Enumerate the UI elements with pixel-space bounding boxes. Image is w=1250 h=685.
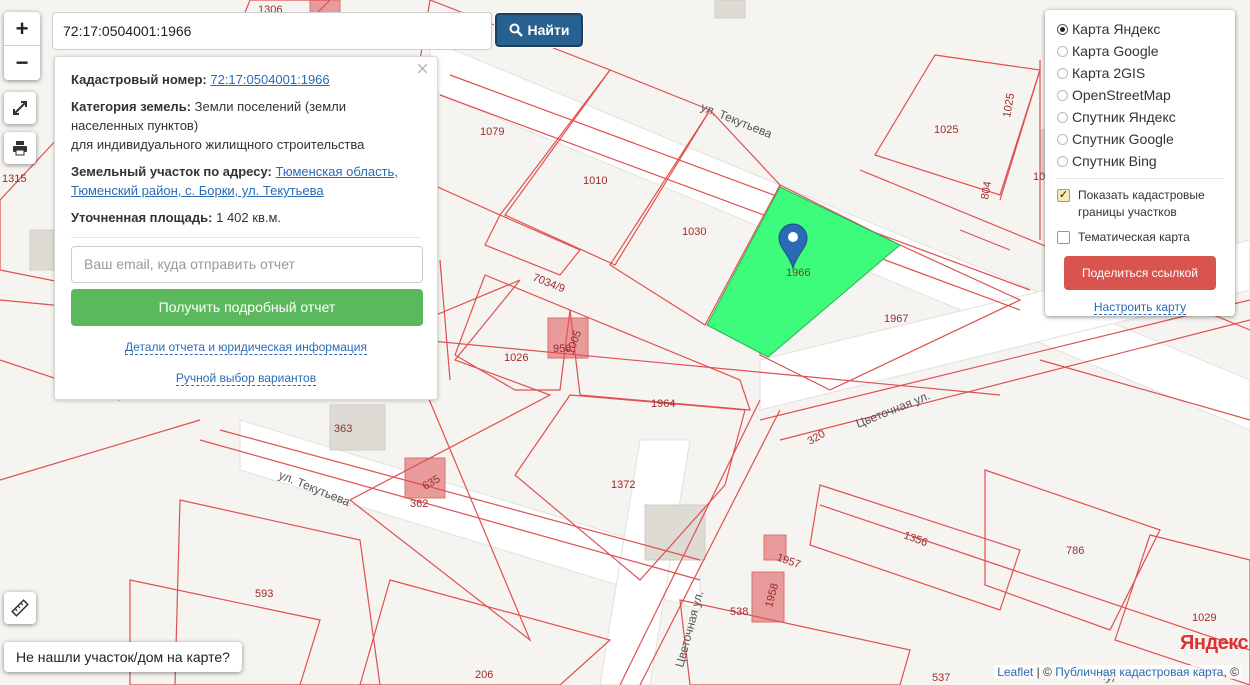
- plot-label-1029: 1029: [1192, 612, 1216, 624]
- plot-label-1315: 1315: [2, 173, 26, 185]
- zoom-out-button[interactable]: −: [4, 46, 40, 80]
- fullscreen-button[interactable]: [4, 92, 36, 124]
- plot-label-537: 537: [932, 672, 950, 684]
- zoom-in-button[interactable]: +: [4, 12, 40, 46]
- plot-label-593: 593: [255, 588, 273, 600]
- plot-label-1030: 1030: [682, 226, 706, 238]
- layer-option-label: Карта Google: [1072, 43, 1159, 59]
- plot-label-1964: 1964: [651, 398, 675, 410]
- address-label: Земельный участок по адресу:: [71, 164, 272, 179]
- checkmark-icon[interactable]: ✓: [1057, 189, 1070, 202]
- radio-icon[interactable]: [1057, 155, 1068, 167]
- search-button[interactable]: Найти: [494, 12, 584, 48]
- divider: [71, 237, 421, 238]
- manual-link-row: Ручной выбор вариантов: [71, 369, 421, 388]
- show-boundaries-toggle[interactable]: ✓ Показать кадастровые границы участков: [1057, 187, 1223, 221]
- address-row: Земельный участок по адресу: Тюменская о…: [71, 162, 421, 200]
- plot-label-538: 538: [730, 606, 748, 618]
- plot-info-panel: × Кадастровый номер: 72:17:0504001:1966 …: [54, 56, 438, 400]
- expand-icon: [13, 101, 27, 115]
- show-boundaries-label: Показать кадастровые границы участков: [1078, 188, 1205, 219]
- ruler-button[interactable]: [4, 592, 36, 624]
- search-input[interactable]: 72:17:0504001:1966: [52, 12, 492, 50]
- layer-option-google-map[interactable]: Карта Google: [1057, 40, 1223, 62]
- radio-icon[interactable]: [1057, 67, 1068, 79]
- plot-label-1967: 1967: [884, 313, 908, 325]
- plot-label-1079: 1079: [480, 126, 504, 138]
- close-icon[interactable]: ×: [416, 58, 429, 80]
- land-category-row: Категория земель: Земли поселений (земли…: [71, 97, 421, 154]
- area-row: Уточненная площадь: 1 402 кв.м.: [71, 208, 421, 227]
- land-use-value: для индивидуального жилищного строительс…: [71, 137, 365, 152]
- print-button[interactable]: [4, 132, 36, 164]
- layer-option-label: Спутник Bing: [1072, 153, 1157, 169]
- area-label: Уточненная площадь:: [71, 210, 213, 225]
- divider: [1057, 178, 1223, 179]
- plot-label-1026: 1026: [504, 352, 528, 364]
- cadastral-map-link[interactable]: Публичная кадастровая карта: [1055, 665, 1223, 679]
- attribution-tail: , ©: [1223, 665, 1239, 679]
- layer-option-label: Карта 2GIS: [1072, 65, 1146, 81]
- zoom-control: + −: [4, 12, 40, 80]
- ruler-icon: [11, 599, 29, 617]
- checkbox-icon[interactable]: [1057, 231, 1070, 244]
- layer-option-label: Спутник Яндекс: [1072, 109, 1176, 125]
- thematic-map-toggle[interactable]: Тематическая карта: [1057, 229, 1223, 246]
- layer-option-label: Спутник Google: [1072, 131, 1174, 147]
- layer-option-yandex-map[interactable]: Карта Яндекс: [1057, 18, 1223, 40]
- layer-option-bing-satellite[interactable]: Спутник Bing: [1057, 150, 1223, 172]
- radio-selected-icon[interactable]: [1057, 23, 1068, 35]
- plot-label-206: 206: [475, 669, 493, 681]
- plot-label-786: 786: [1066, 545, 1084, 557]
- area-value: 1 402 кв.м.: [216, 210, 282, 225]
- details-link-row: Детали отчета и юридическая информация: [71, 338, 421, 357]
- search-icon: [509, 23, 523, 37]
- tune-map-row: Настроить карту: [1057, 300, 1223, 315]
- layer-option-label: OpenStreetMap: [1072, 87, 1171, 103]
- get-report-button[interactable]: Получить подробный отчет: [71, 289, 423, 326]
- cadastral-number-label: Кадастровый номер:: [71, 72, 207, 87]
- plot-label-1010: 1010: [583, 175, 607, 187]
- leaflet-link[interactable]: Leaflet: [997, 665, 1033, 679]
- map-attribution: Leaflet | © Публичная кадастровая карта,…: [994, 665, 1242, 679]
- plot-label-363: 363: [334, 423, 352, 435]
- not-found-button[interactable]: Не нашли участок/дом на карте?: [4, 642, 242, 672]
- printer-icon: [13, 141, 27, 156]
- layer-option-label: Карта Яндекс: [1072, 21, 1161, 37]
- layer-option-osm[interactable]: OpenStreetMap: [1057, 84, 1223, 106]
- cadastral-number-row: Кадастровый номер: 72:17:0504001:1966: [71, 70, 421, 89]
- plot-label-1966: 1966: [786, 267, 810, 279]
- layer-option-google-satellite[interactable]: Спутник Google: [1057, 128, 1223, 150]
- tune-map-link[interactable]: Настроить карту: [1093, 300, 1187, 315]
- thematic-map-label: Тематическая карта: [1078, 230, 1190, 244]
- land-category-label: Категория земель:: [71, 99, 192, 114]
- attribution-separator: | ©: [1033, 665, 1056, 679]
- plot-label-1372: 1372: [611, 479, 635, 491]
- yandex-logo: Яндекс: [1180, 632, 1249, 654]
- report-details-link[interactable]: Детали отчета и юридическая информация: [125, 340, 367, 355]
- radio-icon[interactable]: [1057, 89, 1068, 101]
- radio-icon[interactable]: [1057, 111, 1068, 123]
- search-button-label: Найти: [527, 22, 570, 38]
- plot-label-1025: 1025: [934, 124, 958, 136]
- email-field[interactable]: Ваш email, куда отправить отчет: [71, 246, 423, 283]
- radio-icon[interactable]: [1057, 133, 1068, 145]
- plot-label-362: 362: [410, 498, 428, 510]
- radio-icon[interactable]: [1057, 45, 1068, 57]
- cadastral-number-link[interactable]: 72:17:0504001:1966: [210, 72, 329, 87]
- manual-selection-link[interactable]: Ручной выбор вариантов: [175, 371, 317, 386]
- share-link-button[interactable]: Поделиться ссылкой: [1064, 256, 1216, 290]
- layers-panel: Карта Яндекс Карта Google Карта 2GIS Ope…: [1045, 10, 1235, 316]
- plot-label-956: 956: [553, 343, 571, 355]
- layer-option-yandex-satellite[interactable]: Спутник Яндекс: [1057, 106, 1223, 128]
- layer-option-2gis-map[interactable]: Карта 2GIS: [1057, 62, 1223, 84]
